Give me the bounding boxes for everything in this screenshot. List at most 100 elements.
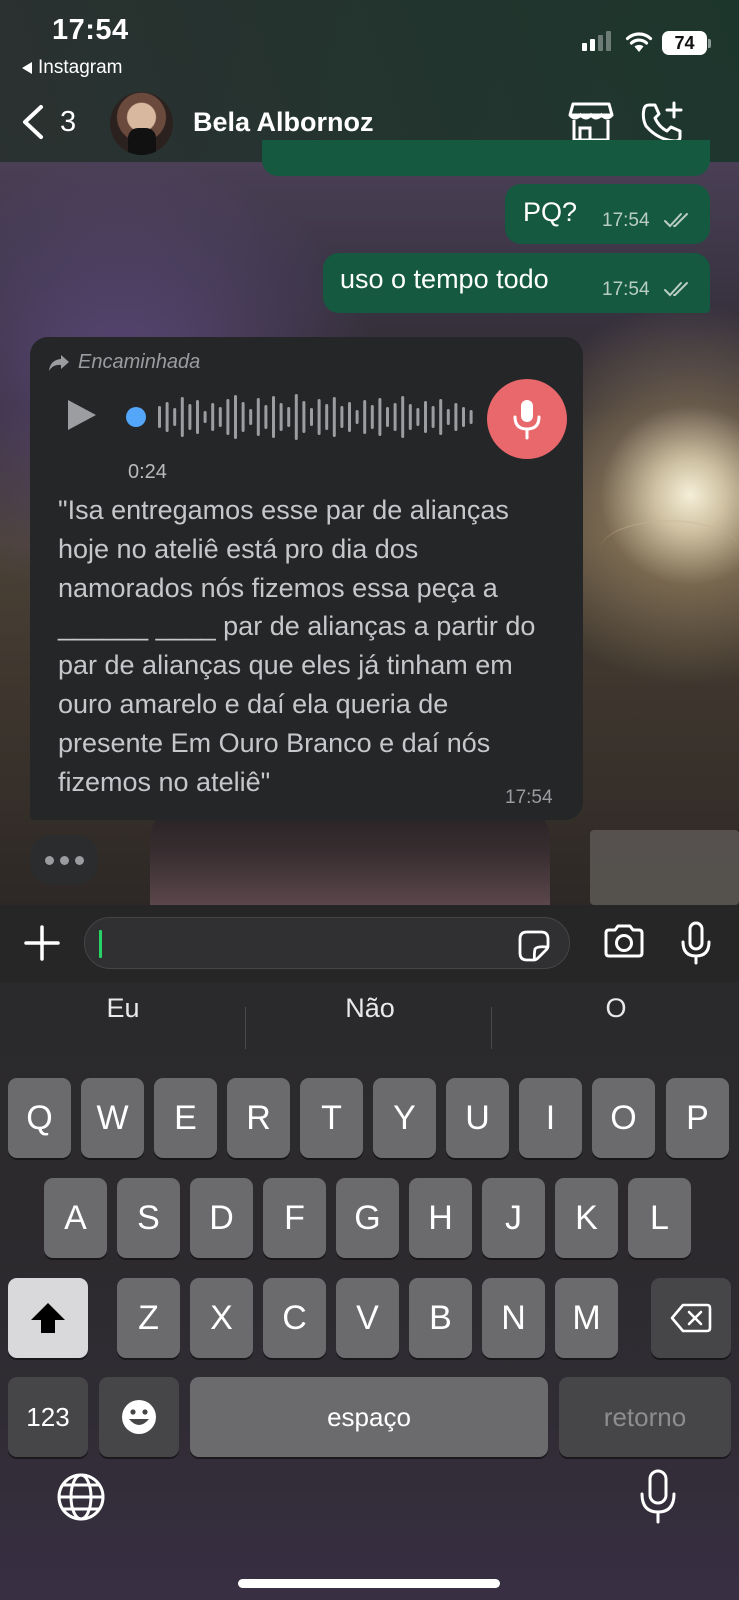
key-u[interactable]: U <box>446 1078 509 1158</box>
back-triangle-icon <box>22 62 32 74</box>
outgoing-message[interactable]: uso o tempo todo 17:54 <box>323 253 710 313</box>
waveform-bar <box>294 394 298 440</box>
waveform-bar <box>446 409 450 425</box>
keyboard: Eu Não O Q W E R T Y U I O P A S D F G H… <box>0 982 739 1600</box>
key-l[interactable]: L <box>628 1178 691 1258</box>
waveform-bar <box>272 396 275 438</box>
key-k[interactable]: K <box>555 1178 618 1258</box>
waveform-bar <box>158 406 161 428</box>
message-bubble-partial[interactable] <box>262 140 710 176</box>
message-time: 17:54 <box>602 210 650 231</box>
waveform-bar <box>325 404 329 430</box>
key-i[interactable]: I <box>519 1078 582 1158</box>
microphone-icon <box>513 400 541 440</box>
battery-level: 74 <box>662 31 707 55</box>
key-v[interactable]: V <box>336 1278 399 1358</box>
key-w[interactable]: W <box>81 1078 144 1158</box>
numbers-key[interactable]: 123 <box>8 1377 88 1457</box>
home-indicator[interactable] <box>238 1579 500 1588</box>
key-g[interactable]: G <box>336 1178 399 1258</box>
incoming-voice-message[interactable]: Encaminhada 0:24 "Isa entregamos esse pa… <box>30 337 583 820</box>
key-o[interactable]: O <box>592 1078 655 1158</box>
waveform-bar <box>439 399 443 435</box>
key-m[interactable]: M <box>555 1278 618 1358</box>
waveform-bar <box>317 399 321 435</box>
waveform-bar <box>234 395 237 439</box>
plus-icon[interactable] <box>22 923 62 963</box>
key-d[interactable]: D <box>190 1178 253 1258</box>
add-call-icon[interactable] <box>640 100 686 144</box>
suggestion-1[interactable]: Eu <box>3 993 243 1024</box>
key-f[interactable]: F <box>263 1178 326 1258</box>
waveform-bar <box>302 401 306 433</box>
key-t[interactable]: T <box>300 1078 363 1158</box>
key-y[interactable]: Y <box>373 1078 436 1158</box>
forwarded-text: Encaminhada <box>78 351 201 373</box>
return-to-app-link[interactable]: Instagram <box>22 57 122 79</box>
predictive-bar: Eu Não O <box>0 982 739 1049</box>
contact-avatar[interactable] <box>110 92 173 155</box>
waveform-bar <box>462 407 465 427</box>
microphone-icon[interactable] <box>680 921 712 965</box>
waveform-bar <box>256 398 260 436</box>
key-b[interactable]: B <box>409 1278 472 1358</box>
store-icon[interactable] <box>568 100 614 144</box>
key-p[interactable]: P <box>666 1078 729 1158</box>
key-n[interactable]: N <box>482 1278 545 1358</box>
forward-arrow-icon <box>49 354 69 371</box>
play-icon[interactable] <box>68 400 96 430</box>
contact-name[interactable]: Bela Albornoz <box>193 107 374 138</box>
message-time: 17:54 <box>602 279 650 300</box>
return-app-label: Instagram <box>38 57 123 78</box>
chat-header: 17:54 Instagram 74 3 Bela Albornoz <box>0 0 739 162</box>
key-a[interactable]: A <box>44 1178 107 1258</box>
waveform-bar <box>165 402 169 432</box>
key-c[interactable]: C <box>263 1278 326 1358</box>
waveform-bar <box>287 407 291 427</box>
return-key[interactable]: retorno <box>559 1377 731 1457</box>
message-text: uso o tempo todo <box>340 264 549 294</box>
waveform-bar <box>454 403 458 431</box>
wallpaper-box <box>590 830 739 905</box>
back-button[interactable]: 3 <box>20 104 76 140</box>
waveform-bar <box>279 403 283 431</box>
shift-icon <box>31 1303 65 1333</box>
waveform-bar <box>378 398 382 436</box>
suggestion-2[interactable]: Não <box>250 993 490 1024</box>
key-x[interactable]: X <box>190 1278 253 1358</box>
waveform-bar <box>355 410 359 424</box>
suggestion-divider <box>245 1007 246 1049</box>
playback-scrubber[interactable] <box>126 407 146 427</box>
key-r[interactable]: R <box>227 1078 290 1158</box>
voice-duration: 0:24 <box>128 461 167 483</box>
key-z[interactable]: Z <box>117 1278 180 1358</box>
shift-key[interactable] <box>8 1278 88 1358</box>
key-h[interactable]: H <box>409 1178 472 1258</box>
message-input[interactable] <box>84 917 570 969</box>
key-s[interactable]: S <box>117 1178 180 1258</box>
camera-icon[interactable] <box>602 923 646 959</box>
status-time: 17:54 <box>52 14 129 46</box>
typing-indicator <box>30 835 98 885</box>
globe-icon[interactable] <box>56 1472 106 1522</box>
sticker-icon[interactable] <box>517 929 551 963</box>
outgoing-message[interactable]: PQ? 17:54 <box>505 184 710 244</box>
key-j[interactable]: J <box>482 1178 545 1258</box>
key-q[interactable]: Q <box>8 1078 71 1158</box>
dictation-microphone-icon[interactable] <box>638 1468 678 1526</box>
voice-transcript: "Isa entregamos esse par de alianças hoj… <box>58 495 536 797</box>
emoji-key[interactable] <box>99 1377 179 1457</box>
waveform-bar <box>241 402 245 432</box>
waveform-bar <box>386 407 389 427</box>
delete-key[interactable] <box>651 1278 731 1358</box>
waveform-bar <box>393 403 397 431</box>
audio-waveform[interactable] <box>152 387 482 447</box>
waveform-bar <box>226 399 230 435</box>
waveform-bar <box>363 400 367 434</box>
key-e[interactable]: E <box>154 1078 217 1158</box>
space-key[interactable]: espaço <box>190 1377 548 1457</box>
waveform-bar <box>180 397 184 437</box>
battery-tip <box>708 39 711 48</box>
suggestion-3[interactable]: O <box>496 993 736 1024</box>
waveform-bar <box>264 405 268 429</box>
